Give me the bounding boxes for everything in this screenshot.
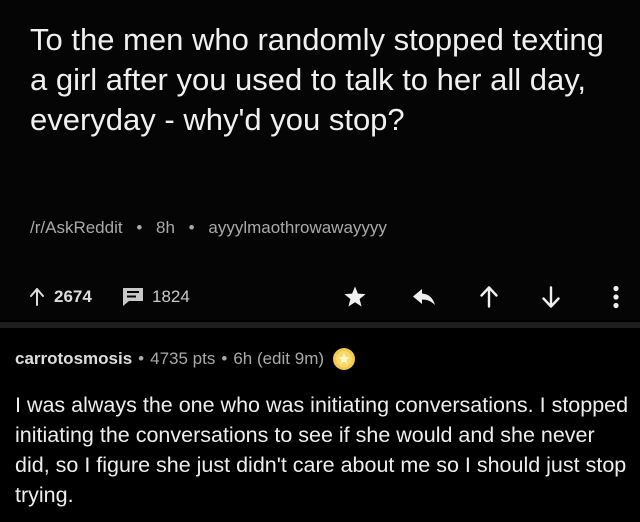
- comment-age: 6h (edit 9m): [233, 349, 325, 368]
- post-age: 8h: [156, 218, 175, 237]
- comment-count-value: 1824: [152, 287, 190, 306]
- arrow-up-icon: [30, 288, 44, 306]
- subreddit-link[interactable]: /r/AskReddit: [30, 218, 123, 237]
- upvote-button[interactable]: [476, 284, 502, 310]
- star-icon: [344, 286, 366, 307]
- downvote-button[interactable]: [538, 284, 564, 310]
- comment-meta: carrotosmosis • 4735 pts • 6h (edit 9m): [15, 346, 356, 372]
- gold-award-icon: [333, 348, 356, 370]
- save-button[interactable]: [342, 284, 368, 310]
- meta-separator: •: [136, 218, 143, 237]
- reply-button[interactable]: [411, 284, 437, 310]
- more-options-button[interactable]: [603, 284, 629, 310]
- more-icon: [613, 285, 619, 309]
- comment-icon: [123, 288, 143, 306]
- meta-separator: •: [138, 349, 145, 368]
- upvote-icon: [480, 286, 498, 308]
- meta-separator: •: [221, 349, 228, 368]
- comment-count[interactable]: 1824: [122, 280, 190, 314]
- post-title[interactable]: To the men who randomly stopped texting …: [30, 20, 620, 140]
- post-author[interactable]: ayyylmaothrowawayyyy: [208, 218, 387, 237]
- upvote-count: 2674: [30, 280, 92, 314]
- comment: carrotosmosis • 4735 pts • 6h (edit 9m) …: [0, 328, 640, 522]
- post-action-bar: 2674 1824: [0, 280, 640, 314]
- downvote-icon: [542, 286, 560, 308]
- post-card: To the men who randomly stopped texting …: [0, 0, 640, 320]
- meta-separator: •: [188, 218, 195, 237]
- reply-icon: [413, 289, 435, 305]
- comment-author[interactable]: carrotosmosis: [15, 349, 132, 369]
- comment-body: I was always the one who was initiating …: [15, 393, 629, 507]
- comment-points: 4735 pts: [150, 349, 216, 368]
- upvote-count-value: 2674: [54, 287, 92, 306]
- post-meta: /r/AskReddit • 8h • ayyylmaothrowawayyyy: [30, 218, 387, 238]
